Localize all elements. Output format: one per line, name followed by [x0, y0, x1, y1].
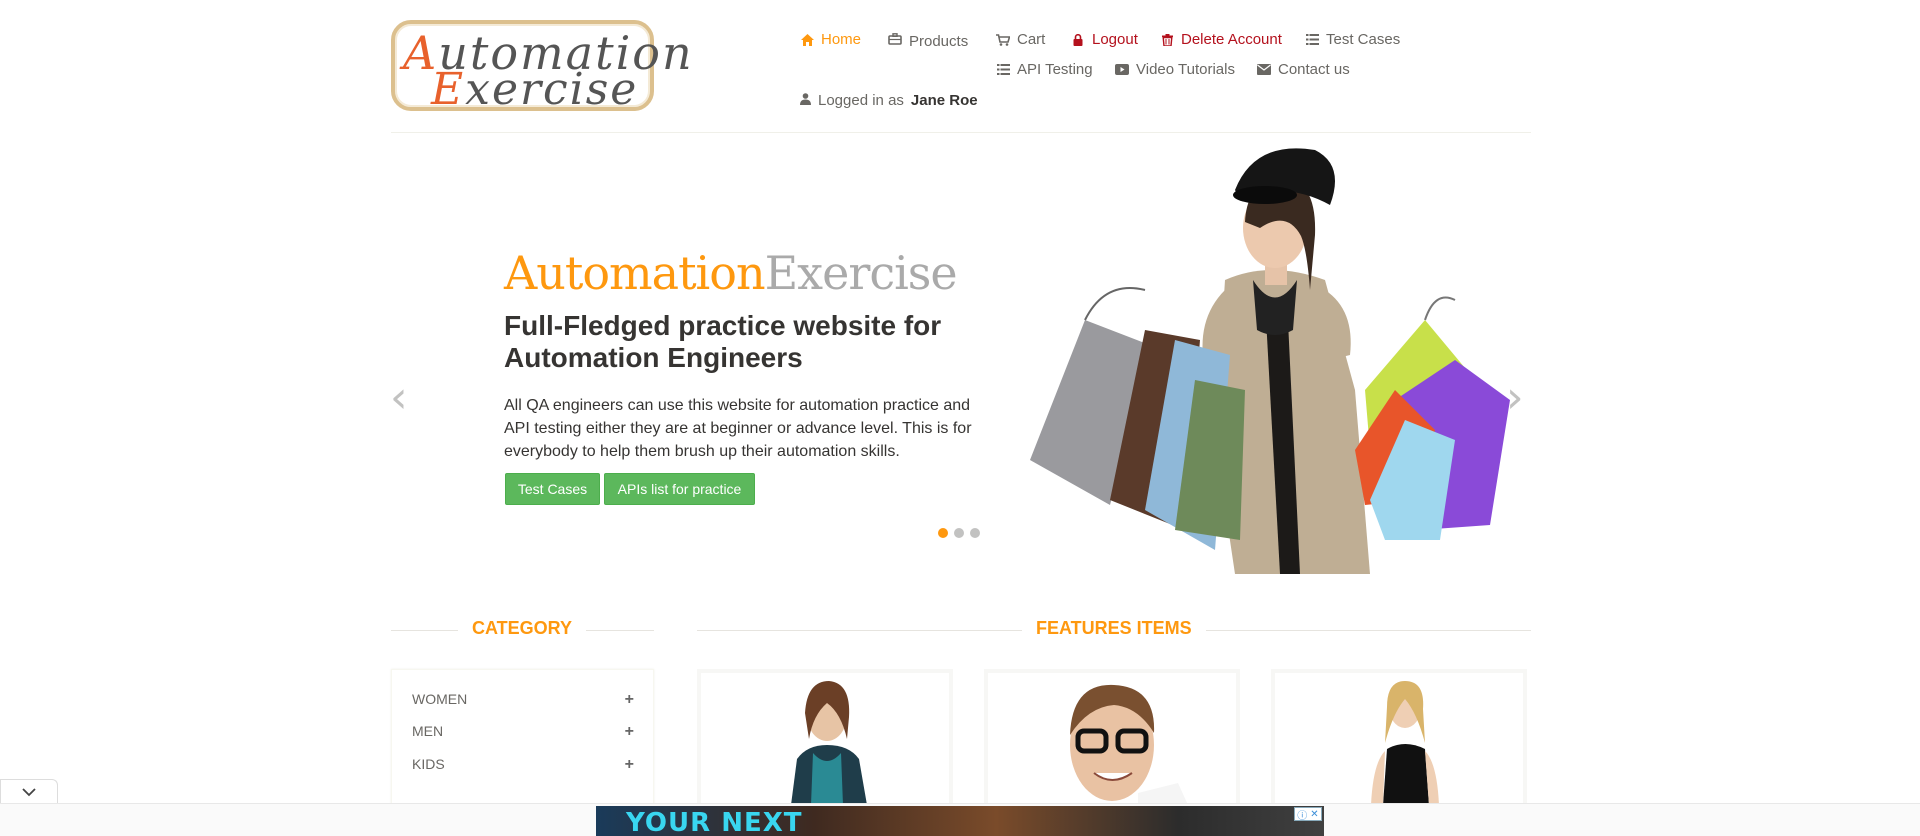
trash-icon [1160, 33, 1174, 47]
slider-indicators [938, 528, 980, 538]
envelope-icon [1257, 63, 1271, 77]
header-divider [391, 132, 1531, 133]
logged-in-prefix: Logged in as [818, 92, 904, 109]
category-kids-label: KIDS [412, 756, 445, 772]
category-panel: WOMEN + MEN + KIDS + [391, 669, 654, 809]
plus-icon[interactable]: + [625, 723, 634, 741]
site-logo[interactable]: Automation Exercise [391, 20, 692, 115]
logged-in-username: Jane Roe [910, 92, 978, 109]
apis-list-button[interactable]: APIs list for practice [604, 473, 755, 505]
nav-contact-us[interactable]: Contact us [1257, 61, 1350, 78]
slider-brand: AutomationExercise [504, 246, 958, 300]
nav-logout[interactable]: Logout [1071, 31, 1138, 48]
product-card[interactable] [697, 669, 953, 809]
slider-brand-orange: Automation [504, 246, 766, 300]
nav-products-label: Products [909, 33, 969, 50]
category-women[interactable]: WOMEN + [412, 691, 634, 709]
category-title: CATEGORY [458, 618, 587, 639]
slider-description: All QA engineers can use this website fo… [504, 397, 972, 460]
slider-next-arrow[interactable]: › [1506, 376, 1536, 420]
home-icon [800, 33, 814, 47]
ad-collapse-toggle[interactable] [0, 779, 58, 804]
ad-banner[interactable]: YOUR NEXT ⓘ ✕ [596, 806, 1324, 836]
video-icon [1115, 63, 1129, 77]
nav-cart[interactable]: Cart [996, 31, 1045, 48]
page: Automation Exercise Home Products Cart L… [0, 0, 1920, 836]
product-card[interactable] [984, 669, 1240, 809]
cart-icon [996, 33, 1010, 47]
lock-icon [1071, 33, 1085, 47]
test-cases-button[interactable]: Test Cases [505, 473, 600, 505]
ad-text: YOUR NEXT [626, 808, 803, 836]
nav-api-testing-label: API Testing [1017, 61, 1093, 78]
product-image-man-glasses [1070, 684, 1188, 805]
nav-test-cases-label: Test Cases [1326, 31, 1401, 48]
user-icon [800, 92, 811, 109]
logo-line-2: Exercise [431, 64, 639, 115]
slider-dot-1[interactable] [938, 528, 948, 538]
nav-home[interactable]: Home [800, 31, 861, 48]
logged-in-status: Logged in as Jane Roe [800, 92, 978, 109]
nav-delete-account[interactable]: Delete Account [1160, 31, 1282, 48]
nav-video-tutorials[interactable]: Video Tutorials [1115, 61, 1235, 78]
nav-api-testing[interactable]: API Testing [996, 61, 1093, 78]
plus-icon[interactable]: + [625, 691, 634, 709]
nav-video-tutorials-label: Video Tutorials [1136, 61, 1235, 78]
slider-heading: Full-Fledged practice website for Automa… [504, 310, 942, 373]
product-image-woman-black-top [1371, 681, 1439, 805]
products-icon [888, 32, 902, 46]
ad-controls: ⓘ ✕ [1294, 807, 1322, 822]
nav-products[interactable]: Products [888, 30, 969, 50]
product-card[interactable] [1271, 669, 1527, 809]
category-women-label: WOMEN [412, 691, 468, 707]
category-men[interactable]: MEN + [412, 723, 634, 741]
slider-dot-3[interactable] [970, 528, 980, 538]
nav-cart-label: Cart [1017, 31, 1046, 48]
slider-dot-2[interactable] [954, 528, 964, 538]
features-title: FEATURES ITEMS [1022, 618, 1206, 639]
list-icon [996, 63, 1010, 77]
info-icon[interactable]: ⓘ [1297, 807, 1307, 822]
product-image-woman-teal-top [791, 681, 867, 805]
nav-test-cases[interactable]: Test Cases [1305, 31, 1400, 48]
category-kids[interactable]: KIDS + [412, 756, 634, 774]
nav-delete-account-label: Delete Account [1181, 31, 1282, 48]
slider-brand-gray: Exercise [764, 246, 958, 300]
list-icon [1305, 33, 1319, 47]
chevron-down-icon [22, 787, 36, 796]
hero-image-girl-with-shopping-bags [1030, 148, 1510, 574]
category-men-label: MEN [412, 723, 444, 739]
nav-logout-label: Logout [1092, 31, 1138, 48]
plus-icon[interactable]: + [625, 756, 634, 774]
nav-home-label: Home [821, 31, 862, 48]
close-icon[interactable]: ✕ [1310, 809, 1318, 820]
slider-prev-arrow[interactable]: ‹ [390, 376, 420, 420]
nav-contact-us-label: Contact us [1278, 61, 1350, 78]
